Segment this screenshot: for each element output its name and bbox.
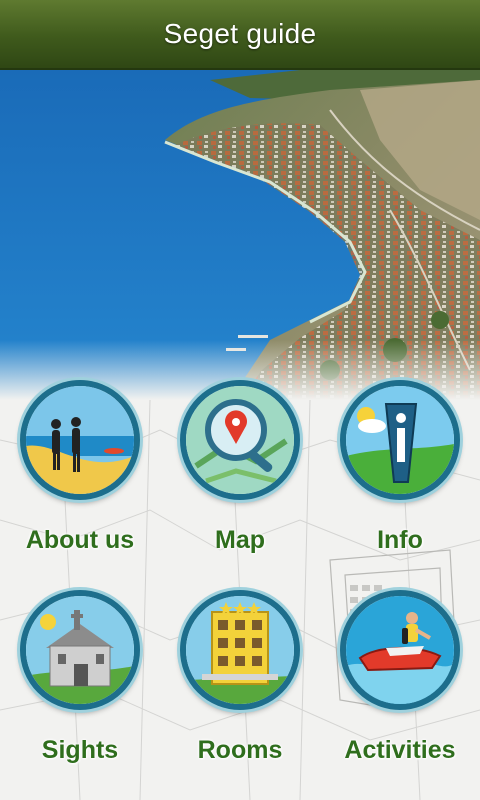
- menu-label: Sights: [41, 736, 119, 764]
- church-icon: [20, 590, 140, 710]
- menu-label: About us: [25, 526, 135, 554]
- menu-label: Map: [215, 526, 265, 554]
- app-header: Seget guide: [0, 0, 480, 70]
- menu-label: Rooms: [197, 736, 283, 764]
- aerial-coast-photo: [0, 70, 480, 400]
- hotel-icon: [180, 590, 300, 710]
- menu-label: Activities: [344, 736, 456, 764]
- jet-ski-icon: [340, 590, 460, 710]
- map-magnifier-icon: [180, 380, 300, 500]
- menu-label: Info: [377, 526, 423, 554]
- info-icon: [340, 380, 460, 500]
- couple-beach-icon: [20, 380, 140, 500]
- app-title: Seget guide: [163, 18, 317, 49]
